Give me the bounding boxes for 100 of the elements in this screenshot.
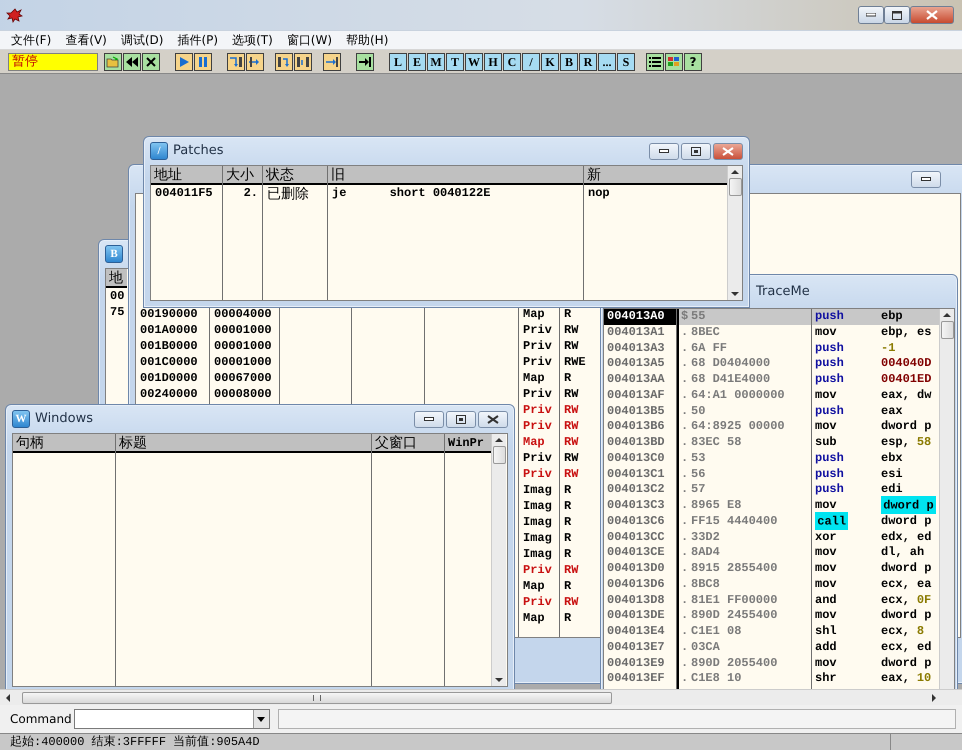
close-button[interactable] [478, 410, 508, 428]
table-cell: ecx, ed [881, 640, 932, 654]
table-cell: 004040D [881, 356, 932, 370]
table-cell-text: Map [522, 306, 546, 322]
minimize-button[interactable] [911, 170, 941, 188]
command-combobox[interactable] [74, 709, 270, 729]
pause-icon [196, 56, 210, 68]
toolbar-button[interactable] [123, 52, 141, 70]
toolbar-button[interactable] [323, 52, 341, 70]
table-cell-text: 33D2 [690, 530, 721, 546]
table-cell: ebx [881, 450, 903, 465]
menu-item[interactable]: 插件(P) [170, 31, 226, 49]
table-cell-text: 004013AA [606, 372, 666, 388]
maximize-button[interactable] [446, 410, 476, 428]
table-cell-text: 03CA [690, 640, 721, 656]
menu-item[interactable]: 选项(T) [225, 31, 280, 49]
window-icon: B [105, 245, 123, 263]
table-cell-text: 2. [242, 185, 259, 201]
toolbar-button[interactable]: R [579, 52, 597, 70]
toolbar-button[interactable]: H [484, 52, 502, 70]
return-icon [325, 56, 339, 68]
toolbar-button[interactable]: K [541, 52, 559, 70]
toolbar-button[interactable] [175, 52, 193, 70]
table-cell: 8 [916, 624, 924, 638]
table-cell: edi [881, 482, 903, 496]
table-cell-text: 75 [109, 304, 126, 320]
toolbar-button[interactable] [227, 52, 245, 70]
column-header[interactable]: 地 [106, 269, 127, 288]
cross-icon [144, 56, 158, 68]
toolbar-button[interactable] [104, 52, 122, 70]
minimize-button[interactable] [414, 410, 444, 428]
toolbar-button[interactable] [246, 52, 264, 70]
toolbar-button[interactable]: S [617, 52, 635, 70]
toolbar-button[interactable]: W [465, 52, 483, 70]
toolbar-button[interactable]: / [522, 52, 540, 70]
table-cell: and [815, 592, 837, 606]
table-cell: ecx, ea [881, 576, 932, 591]
table-cell: ebp [881, 309, 903, 323]
column-header[interactable]: 父窗口 [372, 434, 444, 453]
column-header[interactable]: 状态 [263, 166, 327, 185]
menu-item[interactable]: 文件(F) [4, 31, 58, 49]
minimize-button[interactable] [649, 142, 679, 160]
table-cell: ecx, [881, 624, 910, 638]
table-cell-text: 8BEC [690, 324, 721, 340]
menu-item[interactable]: 窗口(W) [280, 31, 339, 49]
table-cell-text: . [680, 404, 688, 420]
table-cell-text: 004013E9 [606, 656, 666, 672]
help-button[interactable]: ? [684, 52, 702, 70]
column-header[interactable]: 地址 [151, 166, 222, 185]
menu-item[interactable]: 调试(D) [114, 31, 170, 49]
table-cell: mov [815, 561, 837, 575]
toolbar-button[interactable] [356, 52, 374, 70]
toolbar-button[interactable] [275, 52, 293, 70]
menu-item[interactable]: 帮助(H) [339, 31, 396, 49]
toolbar-button[interactable]: T [446, 52, 464, 70]
folder-icon [106, 56, 120, 68]
table-cell: mov [815, 545, 837, 560]
table-cell-text: 已删除 [266, 185, 310, 201]
horizontal-scrollbar[interactable] [0, 689, 962, 705]
toolbar-button[interactable]: ... [598, 52, 616, 70]
toolbar-button[interactable] [646, 52, 664, 70]
table-cell: 58 [916, 435, 932, 449]
toolbar-button[interactable] [142, 52, 160, 70]
table-cell-text: Imag [522, 498, 553, 514]
table-cell-text: 004013B5 [606, 404, 666, 420]
maximize-button[interactable] [681, 142, 711, 160]
toolbar-button[interactable]: C [503, 52, 521, 70]
table-cell: mov [815, 324, 837, 339]
toolbar-button[interactable]: E [408, 52, 426, 70]
toolbar-button[interactable] [665, 52, 683, 70]
menu-item[interactable]: 查看(V) [58, 31, 114, 49]
toolbar-button[interactable]: B [560, 52, 578, 70]
vertical-scrollbar[interactable] [727, 166, 742, 300]
column-header[interactable]: 标题 [116, 434, 371, 453]
column-header[interactable]: 新 [584, 166, 727, 185]
column-header[interactable]: WinPr [445, 434, 491, 453]
table-cell-text: 68 D0404000 [690, 356, 772, 372]
table-cell: 00401ED [881, 372, 932, 386]
table-cell-text: 004013CE [606, 545, 666, 561]
table-cell-text: 004013C6 [606, 514, 666, 530]
toolbar-button[interactable]: M [427, 52, 445, 70]
table-cell-text: 004013E7 [606, 640, 666, 656]
table-cell-text: . [680, 671, 688, 687]
table-cell-text: 83EC 58 [690, 435, 742, 451]
window-title: TraceMe [756, 282, 810, 301]
minimize-button[interactable] [858, 6, 884, 24]
maximize-icon [456, 414, 466, 424]
table-cell-text: . [680, 530, 688, 546]
step-into-icon [229, 56, 243, 68]
toolbar-button[interactable] [194, 52, 212, 70]
table-cell: dword p [881, 496, 936, 514]
column-header[interactable]: 句柄 [13, 434, 115, 453]
column-header[interactable]: 大小 [223, 166, 262, 185]
maximize-button[interactable] [884, 6, 910, 24]
column-header[interactable]: 旧 [328, 166, 583, 185]
table-cell-text: 8965 E8 [690, 498, 742, 514]
vertical-scrollbar[interactable] [939, 309, 954, 689]
toolbar-button[interactable] [294, 52, 312, 70]
toolbar-button[interactable]: L [389, 52, 407, 70]
vertical-scrollbar[interactable] [491, 434, 506, 686]
